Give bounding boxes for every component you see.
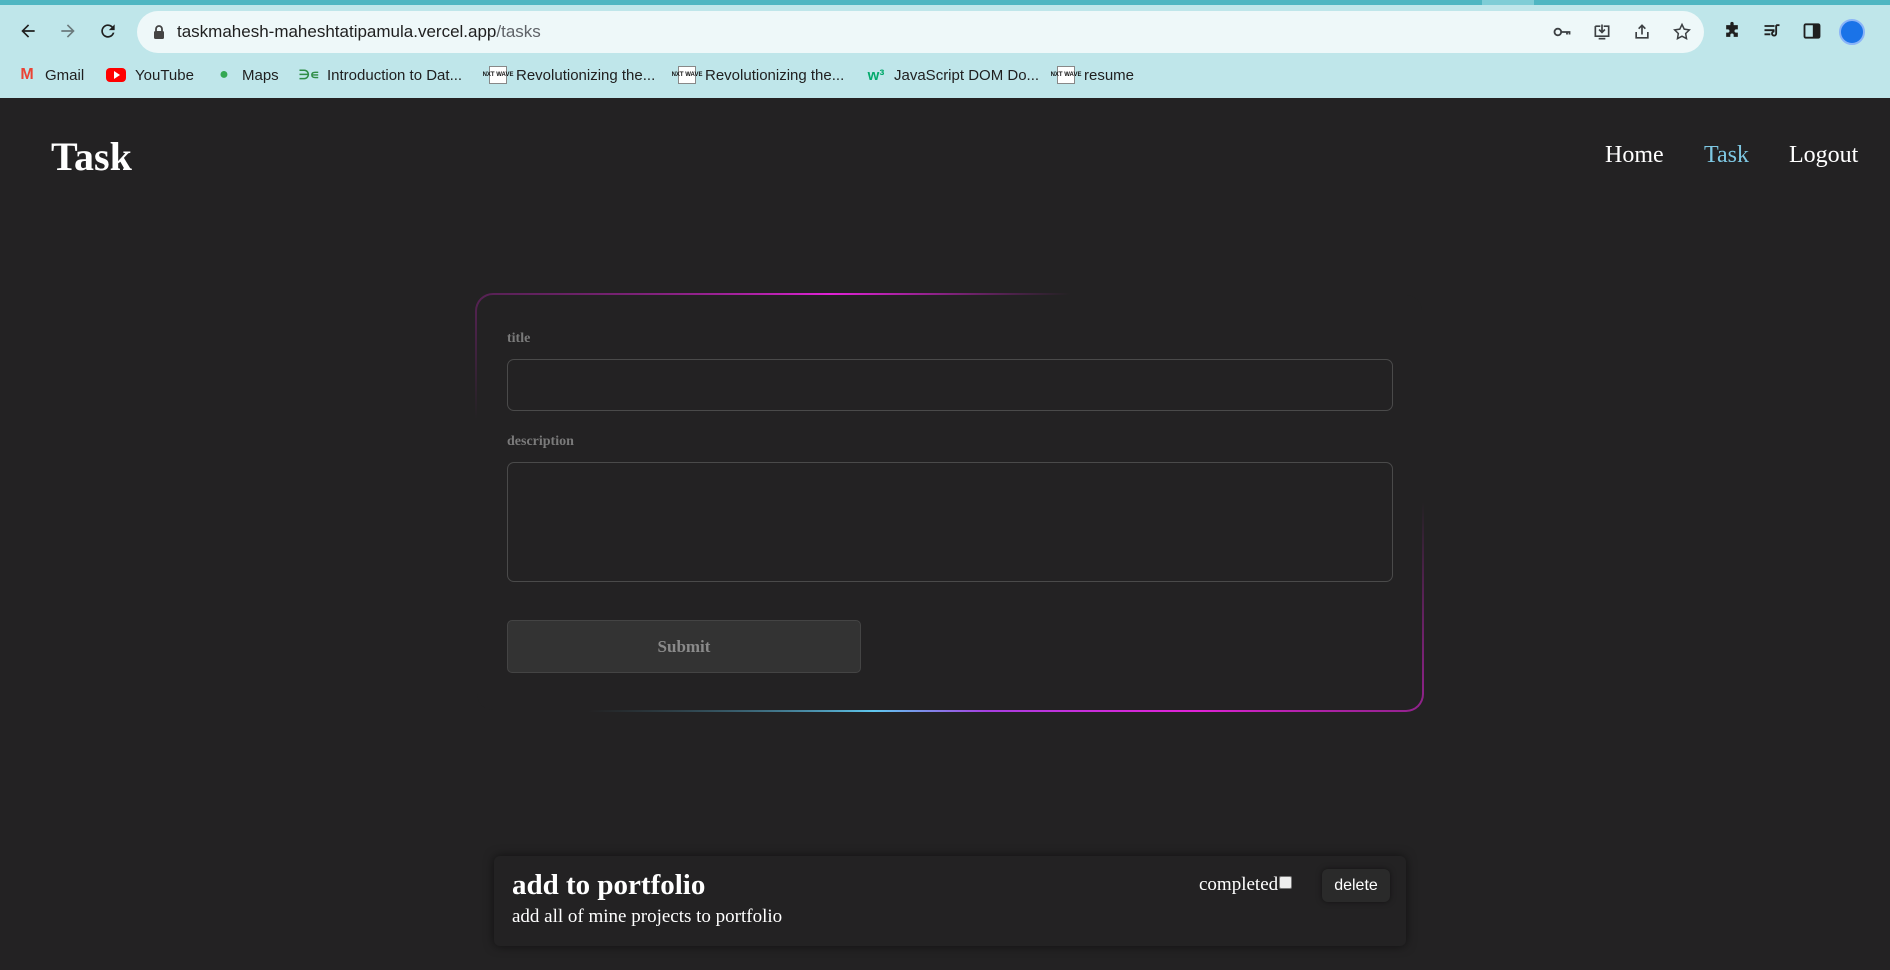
maps-icon: ● xyxy=(219,66,229,83)
brand-logo[interactable]: Task xyxy=(51,133,132,180)
password-key-button[interactable] xyxy=(1551,21,1573,43)
task-form-card: title description Submit xyxy=(475,293,1424,712)
profile-avatar[interactable] xyxy=(1839,19,1865,45)
bookmark-label: Revolutionizing the... xyxy=(516,66,656,84)
back-button[interactable] xyxy=(12,15,44,47)
bookmark-star-button[interactable] xyxy=(1671,21,1693,43)
completed-label: completed xyxy=(1199,874,1279,895)
gmail-icon: M xyxy=(20,66,34,83)
key-icon xyxy=(1553,27,1571,37)
bookmark-label: Gmail xyxy=(45,66,85,84)
side-panel-button[interactable] xyxy=(1800,19,1824,43)
bookmark-maps[interactable]: ● Maps xyxy=(215,60,279,90)
bookmarks-bar: M Gmail YouTube ● Maps ∋∊ Introduction t… xyxy=(0,60,1890,90)
nav-logout-link[interactable]: Logout xyxy=(1789,142,1858,169)
puzzle-icon xyxy=(1726,21,1738,37)
active-tab[interactable] xyxy=(0,0,1482,5)
nxtwave-icon: NXT WAVE xyxy=(483,66,513,84)
install-app-button[interactable] xyxy=(1591,21,1613,43)
browser-chrome: taskmahesh-maheshtatipamula.vercel.app/t… xyxy=(0,0,1890,98)
bookmark-gfg[interactable]: ∋∊ Introduction to Dat... xyxy=(298,60,463,90)
arrow-left-icon xyxy=(21,24,35,38)
lock-icon xyxy=(154,25,164,39)
tab-strip xyxy=(0,0,1890,5)
description-textarea[interactable] xyxy=(507,462,1393,582)
bookmark-youtube[interactable]: YouTube xyxy=(106,60,194,90)
tab[interactable] xyxy=(1534,0,1890,5)
bookmark-label: Maps xyxy=(242,66,279,84)
address-bar[interactable]: taskmahesh-maheshtatipamula.vercel.app/t… xyxy=(137,11,1704,53)
reload-icon xyxy=(101,24,115,38)
url-host: taskmahesh-maheshtatipamula.vercel.app xyxy=(177,22,497,41)
share-icon xyxy=(1635,24,1649,39)
gfg-icon: ∋∊ xyxy=(298,67,320,82)
delete-button[interactable]: delete xyxy=(1322,869,1390,902)
bookmark-nxtwave-1[interactable]: NXT WAVE Revolutionizing the... xyxy=(483,60,656,90)
description-label: description xyxy=(507,434,574,449)
playlist-icon xyxy=(1764,24,1780,37)
youtube-icon xyxy=(106,68,126,82)
nxtwave-icon: NXT WAVE xyxy=(1051,66,1081,84)
task-title: add to portfolio xyxy=(512,869,706,901)
bookmark-label: resume xyxy=(1084,66,1135,84)
app-page: Task Home Task Logout title description … xyxy=(0,98,1890,970)
task-item: add to portfolio add all of mine project… xyxy=(494,856,1406,946)
task-form: title description Submit xyxy=(477,295,1422,710)
bookmark-gmail[interactable]: M Gmail xyxy=(18,60,84,90)
extensions-button[interactable] xyxy=(1720,19,1744,43)
task-description: add all of mine projects to portfolio xyxy=(512,906,783,927)
reload-button[interactable] xyxy=(92,15,124,47)
bookmark-w3schools[interactable]: w³ JavaScript DOM Do... xyxy=(867,60,1039,90)
url-path: /tasks xyxy=(496,22,541,41)
title-input[interactable] xyxy=(507,359,1393,411)
url-text: taskmahesh-maheshtatipamula.vercel.app/t… xyxy=(177,11,541,53)
submit-button[interactable]: Submit xyxy=(507,620,861,673)
w3schools-icon: w³ xyxy=(867,66,885,84)
media-control-button[interactable] xyxy=(1760,19,1784,43)
nxtwave-icon: NXT WAVE xyxy=(672,66,702,84)
bookmark-label: JavaScript DOM Do... xyxy=(894,66,1040,84)
bookmark-nxtwave-2[interactable]: NXT WAVE Revolutionizing the... xyxy=(672,60,845,90)
nav-home-link[interactable]: Home xyxy=(1605,142,1664,169)
forward-button[interactable] xyxy=(52,15,84,47)
share-button[interactable] xyxy=(1631,21,1653,43)
install-icon xyxy=(1594,24,1610,40)
completed-toggle: completed xyxy=(1199,874,1293,896)
bookmark-resume[interactable]: NXT WAVE resume xyxy=(1051,60,1135,90)
completed-checkbox[interactable] xyxy=(1279,875,1293,889)
title-label: title xyxy=(507,331,531,346)
bookmark-label: Introduction to Dat... xyxy=(327,66,463,84)
nav-task-link[interactable]: Task xyxy=(1704,142,1749,169)
side-panel-icon xyxy=(1803,23,1821,39)
bookmark-label: Revolutionizing the... xyxy=(705,66,845,84)
arrow-right-icon xyxy=(61,24,75,38)
star-icon xyxy=(1673,22,1691,40)
bookmark-label: YouTube xyxy=(135,66,194,84)
